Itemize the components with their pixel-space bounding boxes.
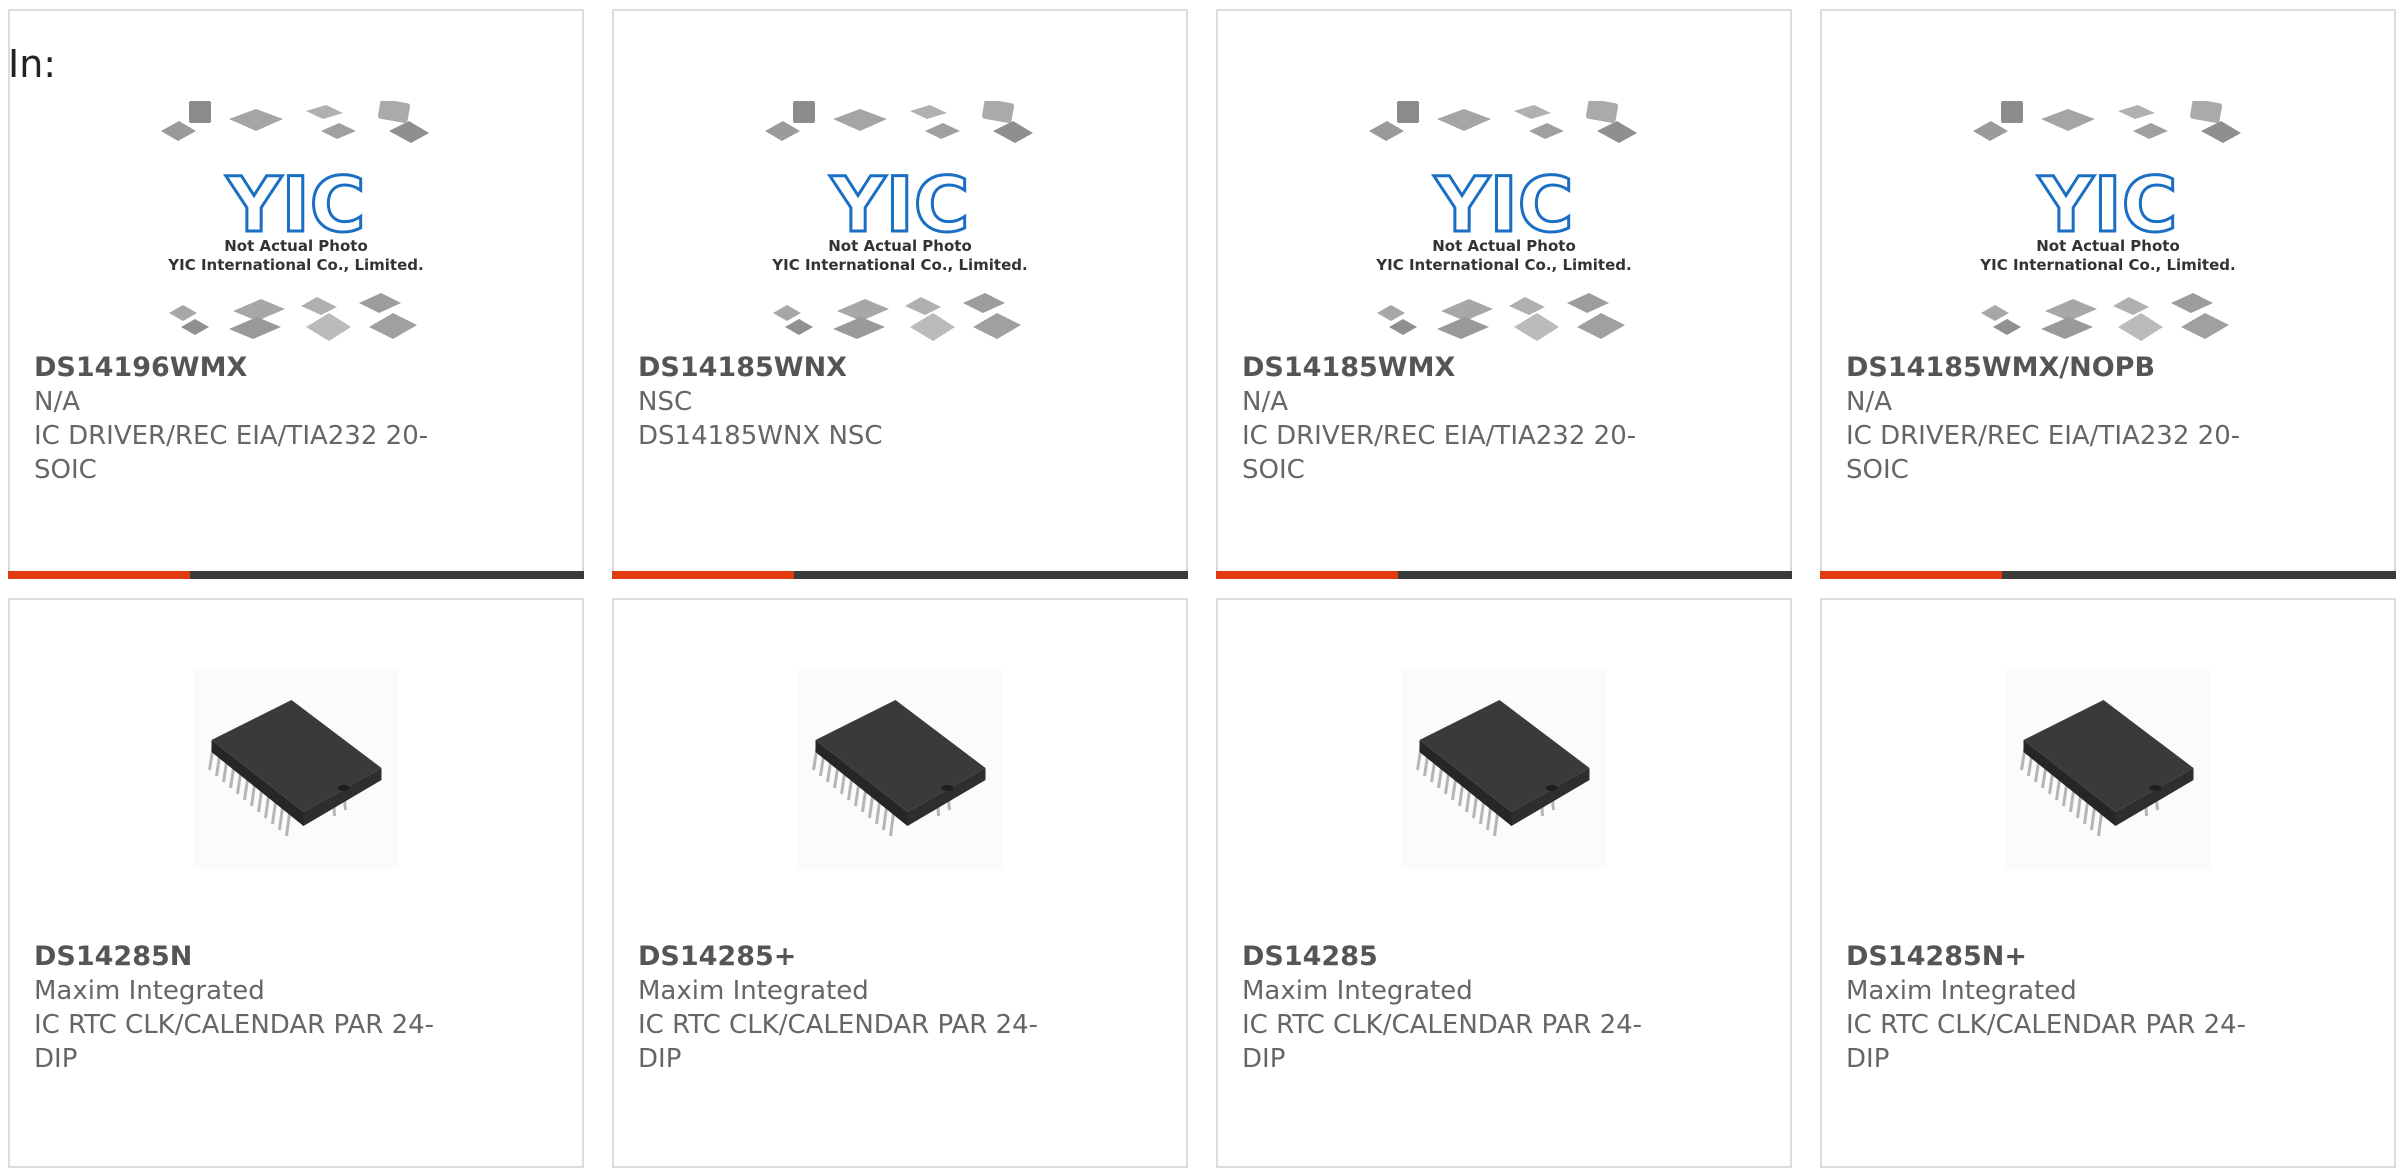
part-number-link[interactable]: DS14285 — [1242, 940, 1670, 974]
logo-text: YIC — [2037, 160, 2177, 249]
logo-text: YIC — [1433, 160, 1573, 249]
description-line-1: IC DRIVER/REC EIA/TIA232 20- — [1846, 421, 2241, 451]
description-line-1: IC DRIVER/REC EIA/TIA232 20- — [1242, 421, 1637, 451]
photo-caption-2: YIC International Co., Limited. — [771, 256, 1027, 274]
card-accent-bar — [1216, 571, 1398, 579]
product-card-1[interactable]: YIC Not Actual Photo YIC International C… — [8, 9, 584, 579]
description-line-1: DS14185WNX NSC — [638, 421, 883, 451]
description-line-2: SOIC — [1846, 455, 1909, 485]
photo-caption-2: YIC International Co., Limited. — [1979, 256, 2235, 274]
description-text: IC DRIVER/REC EIA/TIA232 20- SOIC — [34, 419, 462, 487]
photo-caption-1: Not Actual Photo — [2036, 237, 2180, 255]
manufacturer-text: N/A — [1242, 387, 1288, 417]
description-line-2: SOIC — [1242, 455, 1305, 485]
description-line-1: IC RTC CLK/CALENDAR PAR 24- — [638, 1010, 1039, 1040]
manufacturer-text: Maxim Integrated — [1846, 976, 2077, 1006]
product-info: DS14285N+ Maxim Integrated IC RTC CLK/CA… — [1846, 940, 2274, 1076]
card-bottom-bar — [1216, 571, 1792, 579]
product-card-3[interactable]: YIC Not Actual Photo YIC International C… — [1216, 9, 1792, 579]
description-line-2: DIP — [638, 1044, 682, 1074]
product-image-dip-chip[interactable] — [797, 670, 1003, 870]
product-info: DS14185WMX/NOPB N/A IC DRIVER/REC EIA/TI… — [1846, 351, 2274, 487]
product-image-dip-chip[interactable] — [2005, 670, 2211, 870]
manufacturer-text: N/A — [1846, 387, 1892, 417]
part-number-link[interactable]: DS14285N+ — [1846, 940, 2274, 974]
product-card-8[interactable]: DS14285N+ Maxim Integrated IC RTC CLK/CA… — [1820, 598, 2396, 1168]
description-line-1: IC RTC CLK/CALENDAR PAR 24- — [1242, 1010, 1643, 1040]
product-info: DS14196WMX N/A IC DRIVER/REC EIA/TIA232 … — [34, 351, 462, 487]
product-image-dip-chip[interactable] — [193, 670, 399, 870]
description-line-2: SOIC — [34, 455, 97, 485]
logo-text: YIC — [225, 160, 365, 249]
photo-caption-2: YIC International Co., Limited. — [167, 256, 423, 274]
part-number-link[interactable]: DS14185WNX — [638, 351, 1066, 385]
description-text: IC DRIVER/REC EIA/TIA232 20- SOIC — [1846, 419, 2274, 487]
product-image-placeholder[interactable]: YIC Not Actual Photo YIC International C… — [765, 101, 1035, 341]
description-text: IC RTC CLK/CALENDAR PAR 24- DIP — [1846, 1008, 2274, 1076]
product-card-4[interactable]: YIC Not Actual Photo YIC International C… — [1820, 9, 2396, 579]
card-bottom-bar — [8, 571, 584, 579]
product-info: DS14285 Maxim Integrated IC RTC CLK/CALE… — [1242, 940, 1670, 1076]
description-line-2: DIP — [34, 1044, 78, 1074]
description-text: IC RTC CLK/CALENDAR PAR 24- DIP — [1242, 1008, 1670, 1076]
part-number-link[interactable]: DS14285+ — [638, 940, 1066, 974]
card-bottom-bar — [612, 571, 1188, 579]
in-label: In: — [8, 42, 57, 86]
product-info: DS14285N Maxim Integrated IC RTC CLK/CAL… — [34, 940, 462, 1076]
description-line-1: IC RTC CLK/CALENDAR PAR 24- — [1846, 1010, 2247, 1040]
card-accent-bar — [8, 571, 190, 579]
description-line-1: IC DRIVER/REC EIA/TIA232 20- — [34, 421, 429, 451]
manufacturer-text: Maxim Integrated — [638, 976, 869, 1006]
description-text: DS14185WNX NSC — [638, 419, 1066, 453]
product-info: DS14185WMX N/A IC DRIVER/REC EIA/TIA232 … — [1242, 351, 1670, 487]
product-image-dip-chip[interactable] — [1401, 670, 1607, 870]
description-text: IC RTC CLK/CALENDAR PAR 24- DIP — [638, 1008, 1066, 1076]
part-number-link[interactable]: DS14185WMX — [1242, 351, 1670, 385]
part-number-link[interactable]: DS14285N — [34, 940, 462, 974]
logo-text: YIC — [829, 160, 969, 249]
product-image-placeholder[interactable]: YIC Not Actual Photo YIC International C… — [1369, 101, 1639, 341]
product-image-placeholder[interactable]: YIC Not Actual Photo YIC International C… — [1973, 101, 2243, 341]
manufacturer-text: Maxim Integrated — [1242, 976, 1473, 1006]
manufacturer-text: NSC — [638, 387, 693, 417]
description-line-2: DIP — [1846, 1044, 1890, 1074]
card-bottom-bar — [1820, 571, 2396, 579]
description-line-1: IC RTC CLK/CALENDAR PAR 24- — [34, 1010, 435, 1040]
product-card-6[interactable]: DS14285+ Maxim Integrated IC RTC CLK/CAL… — [612, 598, 1188, 1168]
photo-caption-1: Not Actual Photo — [1432, 237, 1576, 255]
part-number-link[interactable]: DS14196WMX — [34, 351, 462, 385]
product-card-2[interactable]: YIC Not Actual Photo YIC International C… — [612, 9, 1188, 579]
photo-caption-2: YIC International Co., Limited. — [1375, 256, 1631, 274]
description-text: IC DRIVER/REC EIA/TIA232 20- SOIC — [1242, 419, 1670, 487]
description-line-2: DIP — [1242, 1044, 1286, 1074]
card-accent-bar — [612, 571, 794, 579]
card-accent-bar — [1820, 571, 2002, 579]
photo-caption-1: Not Actual Photo — [224, 237, 368, 255]
product-image-placeholder[interactable]: YIC Not Actual Photo YIC International C… — [161, 101, 431, 341]
product-card-5[interactable]: DS14285N Maxim Integrated IC RTC CLK/CAL… — [8, 598, 584, 1168]
photo-caption-1: Not Actual Photo — [828, 237, 972, 255]
product-info: DS14285+ Maxim Integrated IC RTC CLK/CAL… — [638, 940, 1066, 1076]
description-text: IC RTC CLK/CALENDAR PAR 24- DIP — [34, 1008, 462, 1076]
part-number-link[interactable]: DS14185WMX/NOPB — [1846, 351, 2274, 385]
manufacturer-text: Maxim Integrated — [34, 976, 265, 1006]
product-info: DS14185WNX NSC DS14185WNX NSC — [638, 351, 1066, 453]
product-card-7[interactable]: DS14285 Maxim Integrated IC RTC CLK/CALE… — [1216, 598, 1792, 1168]
manufacturer-text: N/A — [34, 387, 80, 417]
